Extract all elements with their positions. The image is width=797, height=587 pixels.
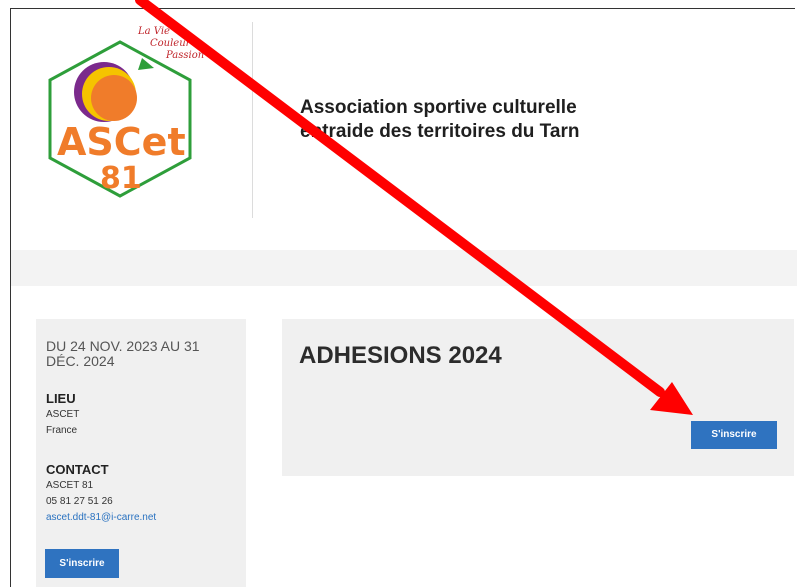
lieu-country: France <box>46 425 78 436</box>
register-button[interactable]: S'inscrire <box>691 421 777 449</box>
tagline-line-1: Association sportive culturelle <box>300 97 577 118</box>
event-title: ADHESIONS 2024 <box>299 342 502 369</box>
lieu-name: ASCET <box>46 409 80 420</box>
lieu-heading: LIEU <box>46 391 76 406</box>
contact-heading: CONTACT <box>46 462 109 477</box>
logo-slogan-3: Passion <box>165 50 204 61</box>
contact-email-link[interactable]: ascet.ddt-81@i-carre.net <box>46 510 156 526</box>
event-dates: DU 24 NOV. 2023 AU 31 DÉC. 2024 <box>46 338 200 369</box>
ascet-logo[interactable]: ASCet 81 La Vie Couleur Passion <box>30 20 220 200</box>
event-info-sidebar: DU 24 NOV. 2023 AU 31 DÉC. 2024 LIEU ASC… <box>36 319 246 587</box>
site-tagline: Association sportive culturelle entraide… <box>300 96 579 144</box>
logo-number: 81 <box>100 161 142 196</box>
event-card: ADHESIONS 2024 S'inscrire <box>282 319 794 476</box>
sidebar-register-button[interactable]: S'inscrire <box>45 549 119 578</box>
nav-band <box>11 250 797 286</box>
logo-slogan-2: Couleur <box>150 38 192 49</box>
contact-name: ASCET 81 <box>46 480 94 491</box>
logo-slogan-1: La Vie <box>137 26 170 37</box>
contact-phone: 05 81 27 51 26 <box>46 496 113 507</box>
logo-sun-orange <box>91 75 137 121</box>
logo-name: ASCet <box>57 120 186 164</box>
tagline-line-2: entraide des territoires du Tarn <box>300 121 580 142</box>
header-divider <box>252 22 253 218</box>
